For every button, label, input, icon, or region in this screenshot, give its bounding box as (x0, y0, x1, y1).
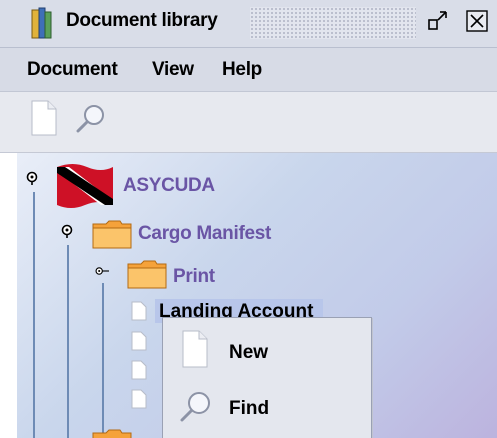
find-icon (180, 392, 210, 422)
document-icon (131, 301, 147, 321)
tree-line (33, 192, 35, 438)
context-menu: New Find (162, 317, 372, 438)
window-title: Document library (66, 10, 218, 31)
trinidad-flag-icon (57, 164, 113, 208)
menu-help[interactable]: Help (222, 59, 262, 81)
folder-icon (92, 220, 132, 249)
context-menu-find[interactable]: Find (163, 384, 371, 438)
document-icon (131, 360, 147, 380)
expanded-node-handle-icon[interactable] (60, 224, 74, 238)
document-icon (131, 331, 147, 351)
tree-line (102, 283, 104, 433)
new-document-icon (182, 330, 208, 368)
tree-node-cargo-manifest[interactable]: Cargo Manifest (138, 223, 271, 245)
context-menu-new-label: New (229, 342, 269, 363)
title-bar-grip (250, 7, 416, 39)
expanded-node-handle-icon[interactable] (95, 264, 109, 278)
close-window-icon[interactable] (466, 10, 488, 32)
context-menu-new[interactable]: New (163, 328, 371, 386)
restore-window-icon[interactable] (427, 10, 449, 32)
tree-line (67, 245, 69, 438)
menu-bar: Document View Help (0, 48, 497, 92)
document-library-window: Document library Document View Help ASYC… (0, 0, 497, 438)
tree-node-asycuda[interactable]: ASYCUDA (123, 175, 215, 197)
document-library-app-icon (31, 7, 52, 39)
menu-view[interactable]: View (152, 59, 194, 81)
menu-document[interactable]: Document (27, 59, 118, 81)
toolbar (0, 92, 497, 153)
expanded-node-handle-icon[interactable] (25, 171, 39, 185)
find-icon[interactable] (75, 103, 107, 135)
context-menu-find-label: Find (229, 398, 270, 419)
folder-icon (92, 429, 132, 438)
document-icon (131, 389, 147, 409)
tree-left-margin (0, 153, 17, 438)
title-bar[interactable]: Document library (0, 0, 497, 48)
new-document-icon[interactable] (31, 100, 57, 136)
tree-node-print[interactable]: Print (173, 266, 215, 288)
folder-icon (127, 260, 167, 289)
